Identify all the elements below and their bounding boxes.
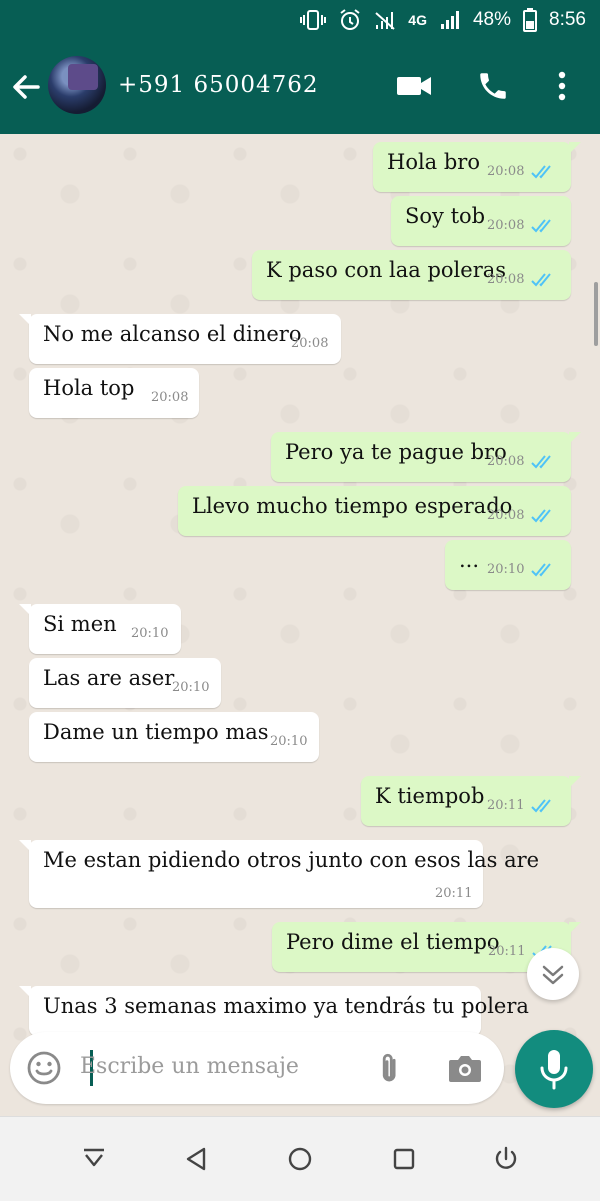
message-text: Pero dime el tiempo xyxy=(286,930,500,954)
message-list[interactable]: Hola bro 20:08 Soy tob 20:08 K paso con … xyxy=(0,134,600,1116)
mic-icon xyxy=(540,1050,568,1090)
back-arrow-icon[interactable] xyxy=(10,70,44,104)
message-text: Hola top xyxy=(43,376,135,400)
message-text: Me estan pidiendo otros junto con esos l… xyxy=(43,848,540,872)
message-time: 20:08 xyxy=(151,390,189,405)
scroll-to-bottom-button[interactable] xyxy=(527,948,579,1000)
message-time: 20:11 xyxy=(487,798,525,813)
chat-header: +591 65004762 xyxy=(0,40,600,134)
message-time: 20:10 xyxy=(172,680,210,695)
message-time: 20:08 xyxy=(487,218,525,233)
message-incoming[interactable]: Me estan pidiendo otros junto con esos l… xyxy=(19,840,539,908)
battery-icon xyxy=(523,8,538,32)
message-incoming[interactable]: Si men 20:10 xyxy=(19,604,181,654)
signal-off-icon xyxy=(374,9,396,31)
message-text: No me alcanso el dinero xyxy=(43,322,302,346)
message-outgoing[interactable]: K paso con laa poleras 20:08 xyxy=(252,250,571,300)
message-time: 20:08 xyxy=(291,336,329,351)
read-ticks-icon xyxy=(531,509,551,523)
power-icon[interactable] xyxy=(492,1145,520,1177)
avatar[interactable] xyxy=(48,56,106,114)
network-type-label: 4G xyxy=(408,12,427,28)
message-outgoing[interactable]: Pero ya te pague bro 20:08 xyxy=(271,432,581,482)
message-time: 20:10 xyxy=(487,562,525,577)
message-outgoing[interactable]: ... 20:10 xyxy=(445,540,571,590)
mic-button[interactable] xyxy=(515,1030,593,1108)
video-call-icon[interactable] xyxy=(396,68,432,108)
message-time: 20:08 xyxy=(487,164,525,179)
battery-percent: 48% xyxy=(472,9,512,30)
message-text: Dame un tiempo mas xyxy=(43,720,269,744)
message-input[interactable]: Escribe un mensaje xyxy=(80,1054,299,1079)
message-incoming[interactable]: Unas 3 semanas maximo ya tendrás tu pole… xyxy=(19,986,529,1036)
phone-icon[interactable] xyxy=(476,68,510,108)
message-incoming[interactable]: Las are aser 20:10 xyxy=(29,658,221,708)
message-outgoing[interactable]: Soy tob 20:08 xyxy=(391,196,571,246)
message-time: 20:10 xyxy=(270,734,308,749)
message-outgoing[interactable]: K tiempob 20:11 xyxy=(361,776,581,826)
message-time: 20:08 xyxy=(487,454,525,469)
message-text: K paso con laa poleras xyxy=(266,258,507,282)
message-text: Hola bro xyxy=(387,150,480,174)
hide-keyboard-icon[interactable] xyxy=(80,1145,108,1177)
message-outgoing[interactable]: Hola bro 20:08 xyxy=(373,142,581,192)
alarm-icon xyxy=(338,8,362,32)
message-text: Pero ya te pague bro xyxy=(285,440,507,464)
message-time: 20:08 xyxy=(487,272,525,287)
message-time: 20:11 xyxy=(435,886,473,901)
camera-icon[interactable] xyxy=(446,1050,484,1090)
message-outgoing[interactable]: Llevo mucho tiempo esperado 20:08 xyxy=(178,486,571,536)
message-text: Las are aser xyxy=(43,666,175,690)
message-text: Soy tob xyxy=(405,204,486,228)
back-nav-icon[interactable] xyxy=(182,1145,210,1177)
read-ticks-icon xyxy=(531,219,551,233)
read-ticks-icon xyxy=(531,165,551,179)
home-nav-icon[interactable] xyxy=(286,1145,314,1177)
scrollbar[interactable] xyxy=(594,282,598,346)
read-ticks-icon xyxy=(531,273,551,287)
message-composer[interactable]: Escribe un mensaje xyxy=(10,1032,504,1104)
vibrate-icon xyxy=(300,9,327,31)
message-text: K tiempob xyxy=(375,784,485,808)
message-incoming[interactable]: No me alcanso el dinero 20:08 xyxy=(19,314,341,364)
message-text: Si men xyxy=(43,612,117,636)
system-nav-bar xyxy=(0,1116,600,1201)
read-ticks-icon xyxy=(531,455,551,469)
message-incoming[interactable]: Hola top 20:08 xyxy=(29,368,199,418)
read-ticks-icon xyxy=(531,799,551,813)
message-text: Llevo mucho tiempo esperado xyxy=(192,494,513,518)
more-vert-icon[interactable] xyxy=(552,68,572,108)
message-incoming[interactable]: Dame un tiempo mas 20:10 xyxy=(29,712,319,762)
message-time: 20:08 xyxy=(487,508,525,523)
signal-icon xyxy=(439,9,461,31)
read-ticks-icon xyxy=(531,563,551,577)
double-chevron-down-icon xyxy=(542,965,564,985)
message-time: 20:11 xyxy=(488,944,526,959)
status-time: 8:56 xyxy=(549,9,586,30)
status-bar: 4G 48% 8:56 xyxy=(0,0,600,40)
message-time: 20:10 xyxy=(131,626,169,641)
message-text: ... xyxy=(459,548,480,572)
message-text: Unas 3 semanas maximo ya tendrás tu pole… xyxy=(43,994,529,1018)
recents-nav-icon[interactable] xyxy=(390,1145,418,1177)
attach-icon[interactable] xyxy=(374,1050,410,1090)
emoji-icon[interactable] xyxy=(26,1050,62,1090)
contact-name[interactable]: +591 65004762 xyxy=(118,72,319,98)
